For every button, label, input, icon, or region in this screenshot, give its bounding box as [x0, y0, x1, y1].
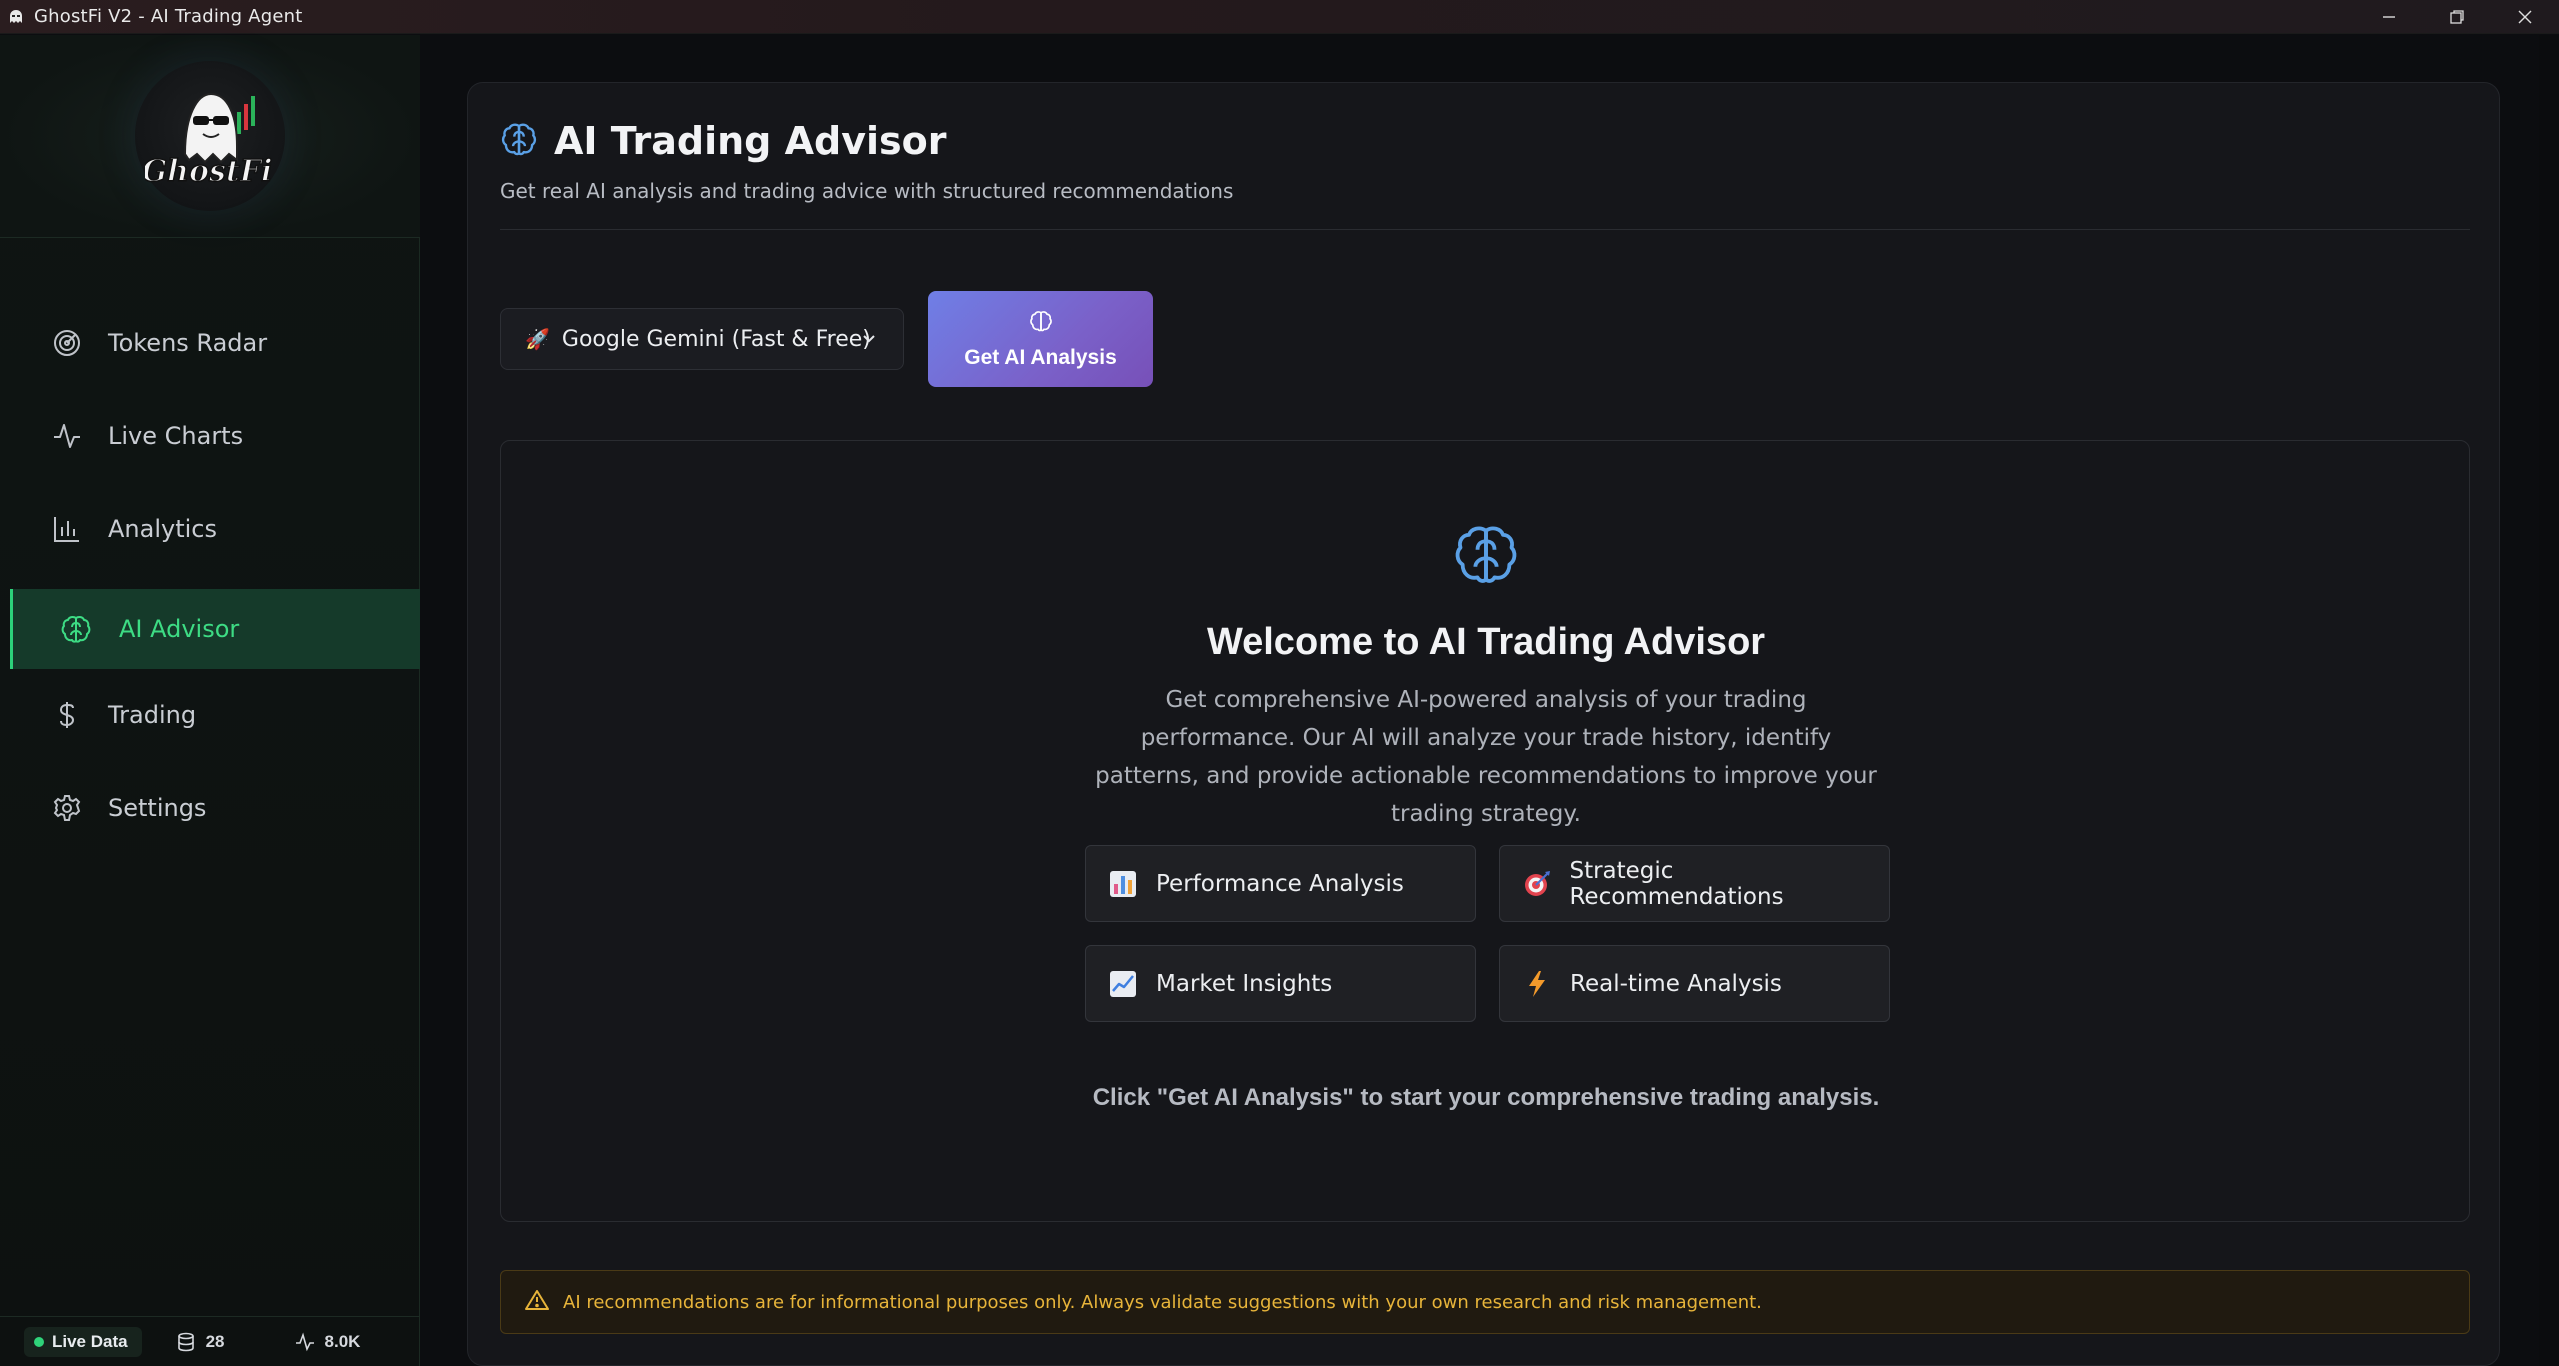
welcome-cta-text: Click "Get AI Analysis" to start your co…	[1092, 1084, 1880, 1111]
close-button[interactable]	[2491, 0, 2559, 34]
logo-area: GhostFi	[0, 35, 420, 238]
get-ai-analysis-button[interactable]: Get AI Analysis	[928, 291, 1153, 387]
minimize-button[interactable]	[2355, 0, 2423, 34]
sidebar-item-analytics[interactable]: Analytics	[10, 489, 420, 569]
page-subtitle: Get real AI analysis and trading advice …	[500, 179, 1234, 203]
restore-button[interactable]	[2423, 0, 2491, 34]
db-count-value: 28	[205, 1331, 225, 1351]
page-header: AI Trading Advisor	[500, 119, 947, 163]
sidebar-item-label: Analytics	[108, 515, 217, 543]
feature-real-time-analysis[interactable]: Real-time Analysis	[1499, 945, 1890, 1022]
minimize-icon	[2383, 16, 2395, 18]
target-icon	[1522, 869, 1551, 899]
chevron-down-icon	[859, 329, 879, 354]
bar-chart-emoji-icon	[1108, 869, 1138, 899]
model-select-value: Google Gemini (Fast & Free)	[561, 326, 871, 352]
gear-icon	[50, 791, 84, 825]
feature-label: Performance Analysis	[1156, 870, 1404, 897]
db-count-stat: 28	[176, 1332, 225, 1352]
feature-label: Strategic Recommendations	[1569, 857, 1784, 910]
live-data-label: Live Data	[52, 1331, 128, 1351]
activity-small-icon	[295, 1331, 314, 1351]
brain-icon	[500, 120, 538, 163]
window-controls	[2355, 0, 2559, 34]
sidebar-item-settings[interactable]: Settings	[10, 768, 420, 848]
welcome-panel: Welcome to AI Trading Advisor Get compre…	[500, 440, 2470, 1222]
disclaimer-banner: AI recommendations are for informational…	[500, 1270, 2470, 1334]
activity-icon	[50, 419, 84, 453]
ghostfi-logo[interactable]: GhostFi	[135, 61, 285, 211]
sidebar-item-ai-advisor[interactable]: AI Advisor	[10, 589, 420, 669]
header-divider	[500, 229, 2470, 230]
title-bar: GhostFi V2 - AI Trading Agent	[0, 0, 2559, 34]
feature-market-insights[interactable]: Market Insights	[1085, 945, 1476, 1022]
live-status-dot	[34, 1336, 44, 1347]
sidebar-status-bar: Live Data 28 8.0K	[0, 1316, 420, 1366]
app-icon	[6, 7, 26, 27]
feature-strategic-recommendations[interactable]: Strategic Recommendations	[1499, 845, 1890, 922]
activity-stat: 8.0K	[295, 1331, 361, 1352]
database-icon	[177, 1332, 194, 1351]
get-ai-analysis-label: Get AI Analysis	[964, 345, 1117, 369]
sidebar-item-label: Tokens Radar	[108, 329, 268, 357]
sidebar-item-tokens-radar[interactable]: Tokens Radar	[10, 303, 420, 383]
rocket-icon: 🚀	[525, 328, 550, 351]
model-select-dropdown[interactable]: 🚀 Google Gemini (Fast & Free)	[500, 308, 904, 370]
sidebar-item-label: Settings	[108, 794, 207, 822]
welcome-title: Welcome to AI Trading Advisor	[1206, 621, 1766, 663]
brain-icon	[1452, 520, 1520, 593]
warning-icon	[525, 1289, 549, 1316]
lightning-icon	[1522, 969, 1552, 999]
sidebar-item-live-charts[interactable]: Live Charts	[10, 396, 420, 476]
feature-label: Market Insights	[1156, 970, 1333, 997]
page-title: AI Trading Advisor	[554, 119, 947, 163]
disclaimer-text: AI recommendations are for informational…	[563, 1291, 1762, 1313]
sidebar-item-label: AI Advisor	[119, 615, 240, 643]
feature-label: Real-time Analysis	[1570, 970, 1782, 997]
bar-chart-icon	[50, 512, 84, 546]
sidebar-item-trading[interactable]: Trading	[10, 675, 420, 755]
radar-icon	[50, 326, 84, 360]
restore-icon	[2450, 10, 2464, 24]
brain-icon	[1029, 309, 1053, 338]
welcome-description: Get comprehensive AI-powered analysis of…	[1095, 687, 1877, 827]
sidebar-item-label: Trading	[108, 701, 197, 729]
dollar-icon	[50, 698, 84, 732]
logo-text: GhostFi	[145, 154, 272, 189]
main-scrollbar[interactable]	[2539, 35, 2559, 1366]
feature-performance-analysis[interactable]: Performance Analysis	[1085, 845, 1476, 922]
sidebar-item-label: Live Charts	[108, 422, 244, 450]
close-icon	[2518, 10, 2532, 24]
live-data-badge: Live Data	[24, 1326, 142, 1357]
window-title: GhostFi V2 - AI Trading Agent	[34, 6, 303, 27]
main-panel: AI Trading Advisor Get real AI analysis …	[467, 82, 2500, 1366]
sidebar: GhostFi Tokens Radar Live Charts Analyti…	[0, 35, 420, 1366]
brain-icon	[59, 612, 93, 646]
activity-value: 8.0K	[324, 1331, 361, 1351]
trend-up-icon	[1108, 969, 1138, 999]
